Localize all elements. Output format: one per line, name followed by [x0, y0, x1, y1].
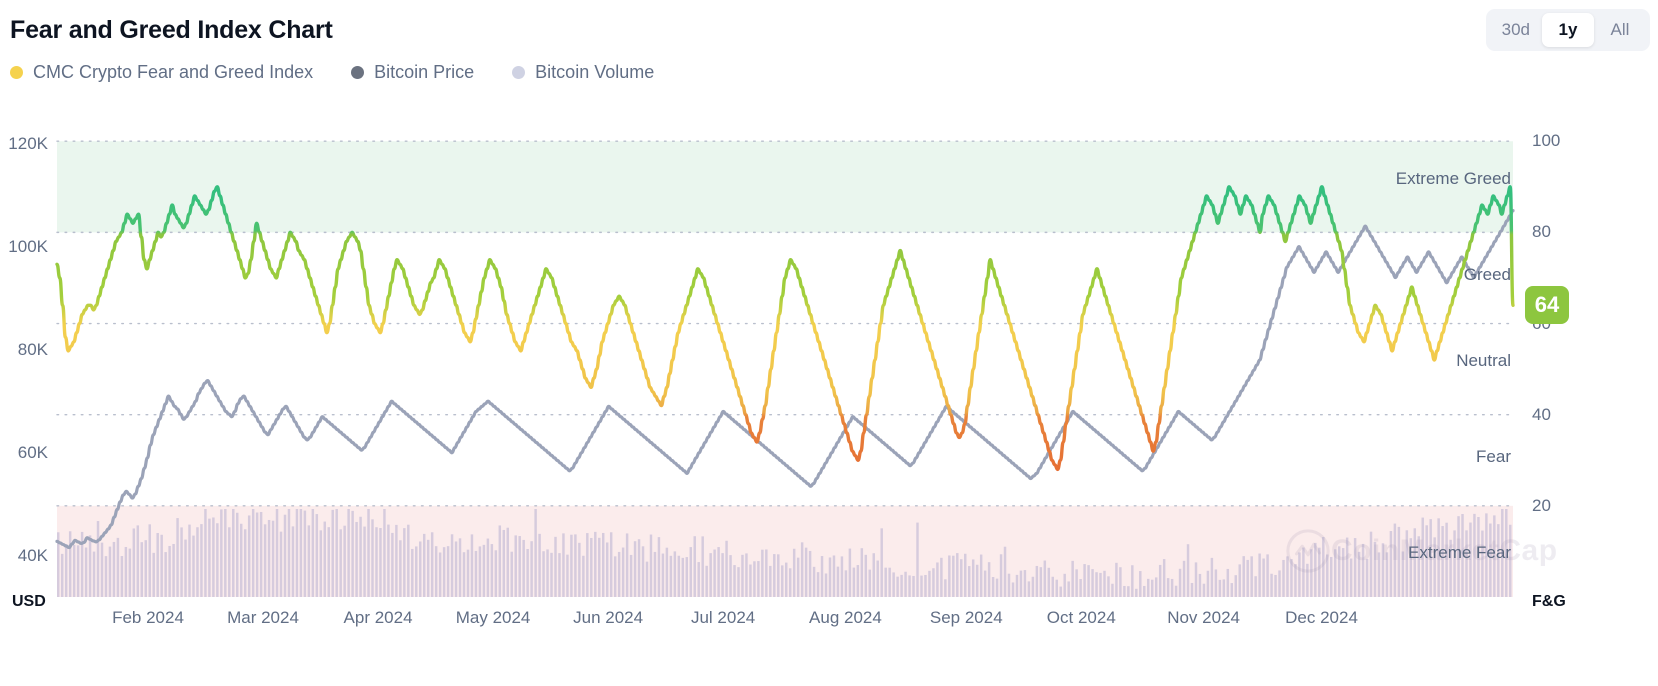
x-axis-tick: Aug 2024 [809, 608, 882, 627]
zone-label-fear: Fear [1476, 446, 1511, 466]
y-axis-right-tick: 80 [1532, 222, 1551, 242]
y-axis-left-tick: 40K [17, 545, 48, 565]
x-axis-tick: Oct 2024 [1046, 608, 1116, 627]
x-axis-tick: Jul 2024 [690, 608, 756, 627]
chart-plot-area[interactable]: CoinMarketCap 120K100K80K60K40K100806040… [0, 0, 1658, 686]
zone-label-neutral: Neutral [1456, 351, 1511, 371]
current-value-badge: 64 [1525, 286, 1569, 325]
y-axis-right-tick: 20 [1532, 495, 1551, 515]
chart-svg [55, 140, 1515, 597]
y-axis-left-tick: 80K [17, 339, 48, 359]
y-axis-right-tick: 40 [1532, 404, 1551, 424]
x-axis-tick: Jun 2024 [573, 608, 644, 627]
x-axis-tick: Dec 2024 [1285, 608, 1358, 627]
zone-label-extreme-greed: Extreme Greed [1395, 168, 1511, 188]
bitcoin-price-line [55, 208, 1515, 550]
zone-label-greed: Greed [1463, 264, 1511, 284]
x-axis-tick: Feb 2024 [112, 608, 184, 627]
y-axis-right-tick: 100 [1532, 131, 1561, 151]
y-axis-left-unit: USD [12, 593, 46, 610]
x-axis-tick: Apr 2024 [343, 608, 413, 627]
zone-label-extreme-fear: Extreme Fear [1408, 542, 1511, 562]
x-axis-tick: Mar 2024 [227, 608, 299, 627]
y-axis-left-tick: 60K [17, 442, 48, 462]
zone-band [57, 141, 1513, 233]
x-axis-tick: Nov 2024 [1167, 608, 1240, 627]
y-axis-left-tick: 120K [8, 133, 48, 153]
x-axis-tick: Sep 2024 [929, 608, 1003, 627]
y-axis-right-unit: F&G [1532, 593, 1566, 610]
x-axis-tick: May 2024 [455, 608, 531, 627]
fear-greed-chart-widget: Fear and Greed Index Chart 30d 1y All CM… [0, 0, 1658, 686]
y-axis-left-tick: 100K [8, 236, 48, 256]
